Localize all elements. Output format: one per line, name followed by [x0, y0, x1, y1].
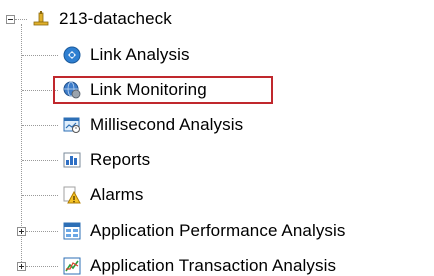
tree-line-connector	[26, 266, 58, 267]
millisecond-analysis-icon	[63, 116, 81, 134]
alarm-warning-icon	[63, 186, 81, 204]
tree-line-connector	[22, 195, 58, 196]
tree-item-alarms[interactable]: Alarms	[63, 182, 147, 208]
selection-highlight	[53, 76, 273, 104]
network-node-icon	[32, 10, 50, 28]
tree-item-label: Millisecond Analysis	[90, 115, 244, 134]
root-collapse-toggle[interactable]	[6, 15, 15, 24]
reports-icon	[63, 151, 81, 169]
application-transaction-icon	[63, 257, 81, 275]
tree-line-connector	[26, 231, 58, 232]
tree-root-213-datacheck[interactable]: 213-datacheck	[32, 6, 175, 32]
tree-line-connector	[22, 160, 58, 161]
link-analysis-icon	[63, 46, 81, 64]
tree-item-link-analysis[interactable]: Link Analysis	[63, 42, 193, 68]
navigation-tree: 213-datacheck Link Analysis Link Monitor…	[0, 0, 434, 276]
tree-line-connector	[22, 55, 58, 56]
tree-item-application-performance-analysis[interactable]: Application Performance Analysis	[63, 218, 349, 244]
tree-item-label: Application Transaction Analysis	[90, 256, 337, 275]
tree-item-label: Reports	[90, 150, 151, 169]
expand-toggle-application-performance[interactable]	[17, 227, 26, 236]
tree-item-application-transaction-analysis[interactable]: Application Transaction Analysis	[63, 253, 339, 276]
tree-root-label: 213-datacheck	[59, 9, 172, 28]
expand-toggle-application-transaction[interactable]	[17, 262, 26, 271]
tree-item-millisecond-analysis[interactable]: Millisecond Analysis	[63, 112, 246, 138]
tree-item-label: Alarms	[90, 185, 144, 204]
tree-item-label: Link Analysis	[90, 45, 190, 64]
tree-line-connector	[15, 19, 27, 20]
tree-item-label: Application Performance Analysis	[90, 221, 346, 240]
tree-item-reports[interactable]: Reports	[63, 147, 153, 173]
tree-line-connector	[22, 125, 58, 126]
application-performance-icon	[63, 222, 81, 240]
